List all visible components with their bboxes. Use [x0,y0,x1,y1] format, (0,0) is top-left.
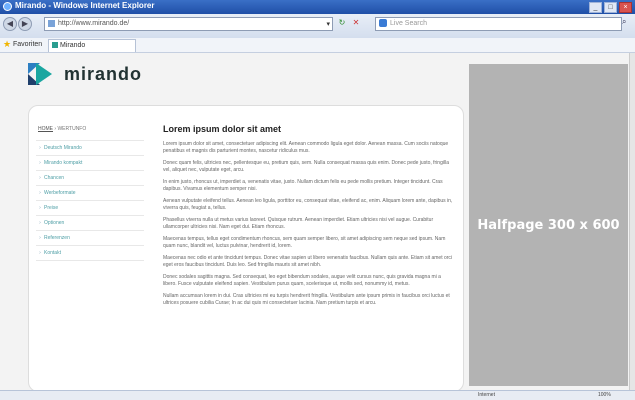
sidebar-item[interactable]: › Optionen [36,215,144,230]
maximize-icon[interactable]: □ [604,2,617,13]
ad-label: Halfpage 300 x 600 [477,217,620,233]
sidebar-item[interactable]: › Preise [36,200,144,215]
paragraph: Nullam accumsan lorem in dui. Cras ultri… [163,293,450,306]
sidebar-item[interactable]: › Deutsch Mirando [36,140,144,155]
minimize-icon[interactable]: _ [589,2,602,13]
search-placeholder: Live Search [390,20,427,27]
live-search-icon [379,19,387,28]
paragraph: In enim justo, rhoncus ut, imperdiet a, … [163,179,443,192]
search-box[interactable]: Live Search [375,17,622,31]
sidebar-item-label: Optionen [44,220,65,226]
sidebar-item-label: Referenzen [44,235,70,241]
sidebar-item-label: Preise [44,205,59,211]
mirando-logo-icon [28,63,52,85]
favorites-bar: ★ Favoriten Mirando [0,38,635,53]
dropdown-arrow-icon[interactable]: ▾ [326,19,330,31]
tab-favicon-icon [52,42,58,49]
breadcrumb: HOME › WERTUNFO [38,126,86,132]
chevron-right-icon: › [39,160,41,166]
page-favicon-icon [48,19,55,27]
chevron-right-icon: › [39,145,41,151]
breadcrumb-home[interactable]: HOME [38,126,53,132]
close-icon[interactable]: × [619,2,632,13]
sidebar-item[interactable]: › Mirando kompakt [36,155,144,170]
chevron-right-icon: › [39,175,41,181]
ad-placeholder[interactable]: Halfpage 300 x 600 [469,64,628,386]
sidebar-item-label: Chancen [44,175,65,181]
window-title: Mirando - Windows Internet Explorer [15,1,155,10]
favorites-button[interactable]: Favoriten [13,41,42,48]
back-icon[interactable]: ◀ [3,17,17,31]
toolbar-icons: ↻ ✕ [336,17,362,29]
paragraph: Maecenas nec odio et ante tincidunt temp… [163,255,453,268]
tab-label: Mirando [60,42,86,49]
page-heading: Lorem ipsum dolor sit amet [163,124,282,134]
breadcrumb-separator: › [54,126,57,132]
forward-icon[interactable]: ▶ [18,17,32,31]
sidebar-item-label: Deutsch Mirando [44,145,82,151]
sidebar-item[interactable]: › Werbeformate [36,185,144,200]
paragraph: Donec sodales sagittis magna. Sed conseq… [163,274,441,287]
sidebar-item[interactable]: › Referenzen [36,230,144,245]
chevron-right-icon: › [39,205,41,211]
brand-name: mirando [64,63,143,84]
title-bar: Mirando - Windows Internet Explorer _ □ … [0,0,635,14]
chevron-right-icon: › [39,220,41,226]
main-content: Lorem ipsum dolor sit amet Lorem ipsum d… [163,124,453,312]
tab-mirando[interactable]: Mirando [48,39,136,52]
security-zone: Internet [478,392,495,398]
sidebar-item-label: Mirando kompakt [44,160,83,166]
vertical-scrollbar[interactable] [629,53,635,390]
sidebar-nav: › Deutsch Mirando › Mirando kompakt › Chanc… [36,140,144,261]
address-bar[interactable]: http://www.mirando.de/ ▾ [44,17,333,31]
zoom-level[interactable]: 100% [598,392,611,398]
site-logo[interactable]: mirando [28,63,142,85]
address-text: http://www.mirando.de/ [58,20,130,27]
paragraph: Donec quam felis, ultricies nec, pellent… [163,160,449,173]
sidebar-item[interactable]: › Kontakt [36,245,144,261]
refresh-icon[interactable]: ↻ [336,17,348,29]
ie-logo-icon [3,2,12,11]
sidebar-item-label: Werbeformate [44,190,76,196]
paragraph: Maecenas tempus, tellus eget condimentum… [163,236,446,249]
stop-icon[interactable]: ✕ [350,17,362,29]
star-icon[interactable]: ★ [3,40,11,49]
chevron-right-icon: › [39,250,41,256]
search-icon[interactable]: ⌕ [622,17,626,27]
sidebar-item-label: Kontakt [44,250,61,256]
chevron-right-icon: › [39,190,41,196]
paragraph: Aenean vulputate eleifend tellus. Aenean… [163,198,453,211]
browser-toolbar: ◀ ▶ http://www.mirando.de/ ▾ ↻ ✕ Live Se… [0,14,635,39]
chevron-right-icon: › [39,235,41,241]
window-controls: _ □ × [589,2,632,13]
paragraph: Phasellus viverra nulla ut metus varius … [163,217,434,230]
paragraph: Lorem ipsum dolor sit amet, consectetuer… [163,141,449,154]
breadcrumb-current: WERTUNFO [57,126,87,132]
sidebar-item[interactable]: › Chancen [36,170,144,185]
